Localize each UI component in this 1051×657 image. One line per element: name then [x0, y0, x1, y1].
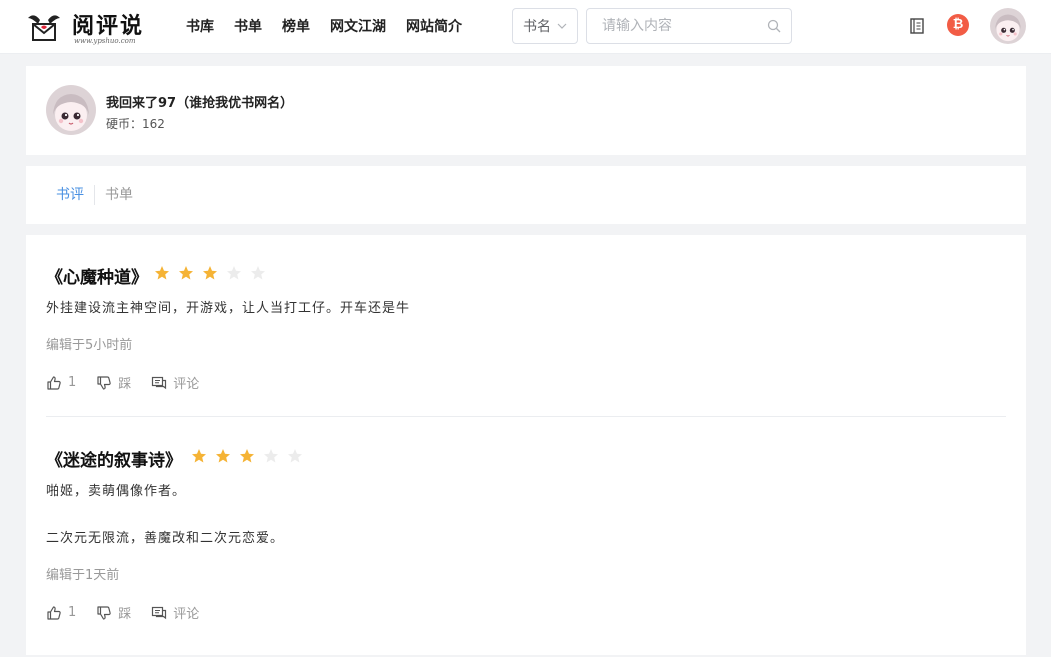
comment-icon [152, 606, 167, 619]
star-icon [203, 266, 217, 280]
review-text: 二次元无限流，善魔改和二次元恋爱。 [46, 531, 285, 546]
search-input[interactable] [587, 9, 763, 43]
avatar-image [990, 8, 1026, 44]
dislike-label: 踩 [118, 377, 132, 392]
comment-button[interactable]: 评论 [151, 603, 199, 622]
chevron-down-icon [557, 23, 567, 29]
search-type-select[interactable]: 书名 [512, 8, 578, 44]
like-count: 1 [68, 375, 77, 390]
coin-icon[interactable]: ₿ [947, 14, 969, 36]
search-type-value: 书名 [523, 19, 551, 35]
thumbs-down-icon [97, 375, 112, 390]
top-navbar: 阅评说 www.ypshuo.com 书库 书单 榜单 网文江湖 网站简介 书名… [0, 0, 1051, 54]
tabs-card: 书评 书单 [26, 166, 1026, 224]
comment-label: 评论 [173, 607, 200, 622]
review-book-title[interactable]: 《心魔种道》 [46, 263, 148, 288]
user-avatar[interactable] [990, 8, 1026, 44]
like-button[interactable]: 1 [46, 375, 76, 391]
review-time: 编辑于1天前 [46, 568, 120, 583]
search-icon[interactable] [767, 19, 781, 33]
envelope-wings-icon [28, 15, 60, 41]
review-time: 编辑于5小时前 [46, 338, 133, 353]
main-nav: 书库 书单 榜单 网文江湖 网站简介 [186, 17, 482, 37]
review-actions: 1 踩 评论 [46, 603, 219, 622]
dislike-button[interactable]: 踩 [96, 373, 131, 392]
nav-item-about[interactable]: 网站简介 [406, 17, 462, 37]
star-icon [155, 266, 169, 280]
dislike-label: 踩 [118, 607, 132, 622]
like-count: 1 [68, 605, 77, 620]
star-icon [192, 449, 206, 463]
star-icon [264, 449, 278, 463]
star-icon [216, 449, 230, 463]
like-button[interactable]: 1 [46, 605, 76, 621]
logo-subtext: www.ypshuo.com [74, 37, 136, 45]
review-rating [191, 448, 311, 464]
tab-booklists[interactable]: 书单 [105, 186, 133, 204]
profile-coins: 硬币：162 [106, 117, 165, 131]
review-text: 啪姬，卖萌偶像作者。 [46, 484, 187, 499]
logo-text: 阅评说 [72, 13, 145, 39]
thumbs-down-icon [97, 605, 112, 620]
star-icon [251, 266, 265, 280]
avatar-image [46, 85, 96, 135]
reviews-card: 《心魔种道》 外挂建设流主神空间，开游戏，让人当打工仔。开车还是牛 编辑于5小时… [26, 235, 1026, 655]
dislike-button[interactable]: 踩 [96, 603, 131, 622]
profile-avatar[interactable] [46, 85, 96, 135]
review-text: 外挂建设流主神空间，开游戏，让人当打工仔。开车还是牛 [46, 301, 411, 316]
review-book-title[interactable]: 《迷途的叙事诗》 [46, 446, 182, 471]
tab-reviews[interactable]: 书评 [56, 186, 84, 204]
star-icon [227, 266, 241, 280]
thumbs-up-icon [47, 375, 61, 390]
nav-item-rankings[interactable]: 榜单 [282, 17, 310, 37]
tab-divider [94, 185, 95, 205]
nav-item-booklists[interactable]: 书单 [234, 17, 262, 37]
star-icon [179, 266, 193, 280]
profile-card: 我回来了97（谁抢我优书网名） 硬币：162 [26, 66, 1026, 155]
nav-item-community[interactable]: 网文江湖 [330, 17, 386, 37]
thumbs-up-icon [47, 605, 61, 620]
comment-label: 评论 [173, 377, 200, 392]
review-actions: 1 踩 评论 [46, 373, 219, 392]
comment-icon [152, 376, 167, 389]
site-logo[interactable]: 阅评说 www.ypshuo.com [26, 6, 146, 48]
comment-button[interactable]: 评论 [151, 373, 199, 392]
nav-item-library[interactable]: 书库 [186, 17, 214, 37]
review-rating [154, 265, 274, 281]
star-icon [288, 449, 302, 463]
star-icon [240, 449, 254, 463]
review-item: 《心魔种道》 外挂建设流主神空间，开游戏，让人当打工仔。开车还是牛 编辑于5小时… [46, 235, 1006, 416]
review-item: 《迷途的叙事诗》 啪姬，卖萌偶像作者。 二次元无限流，善魔改和二次元恋爱。 编辑… [46, 417, 1006, 657]
search-box [586, 8, 792, 44]
bookshelf-icon[interactable] [908, 17, 926, 35]
profile-name: 我回来了97（谁抢我优书网名） [106, 96, 294, 111]
